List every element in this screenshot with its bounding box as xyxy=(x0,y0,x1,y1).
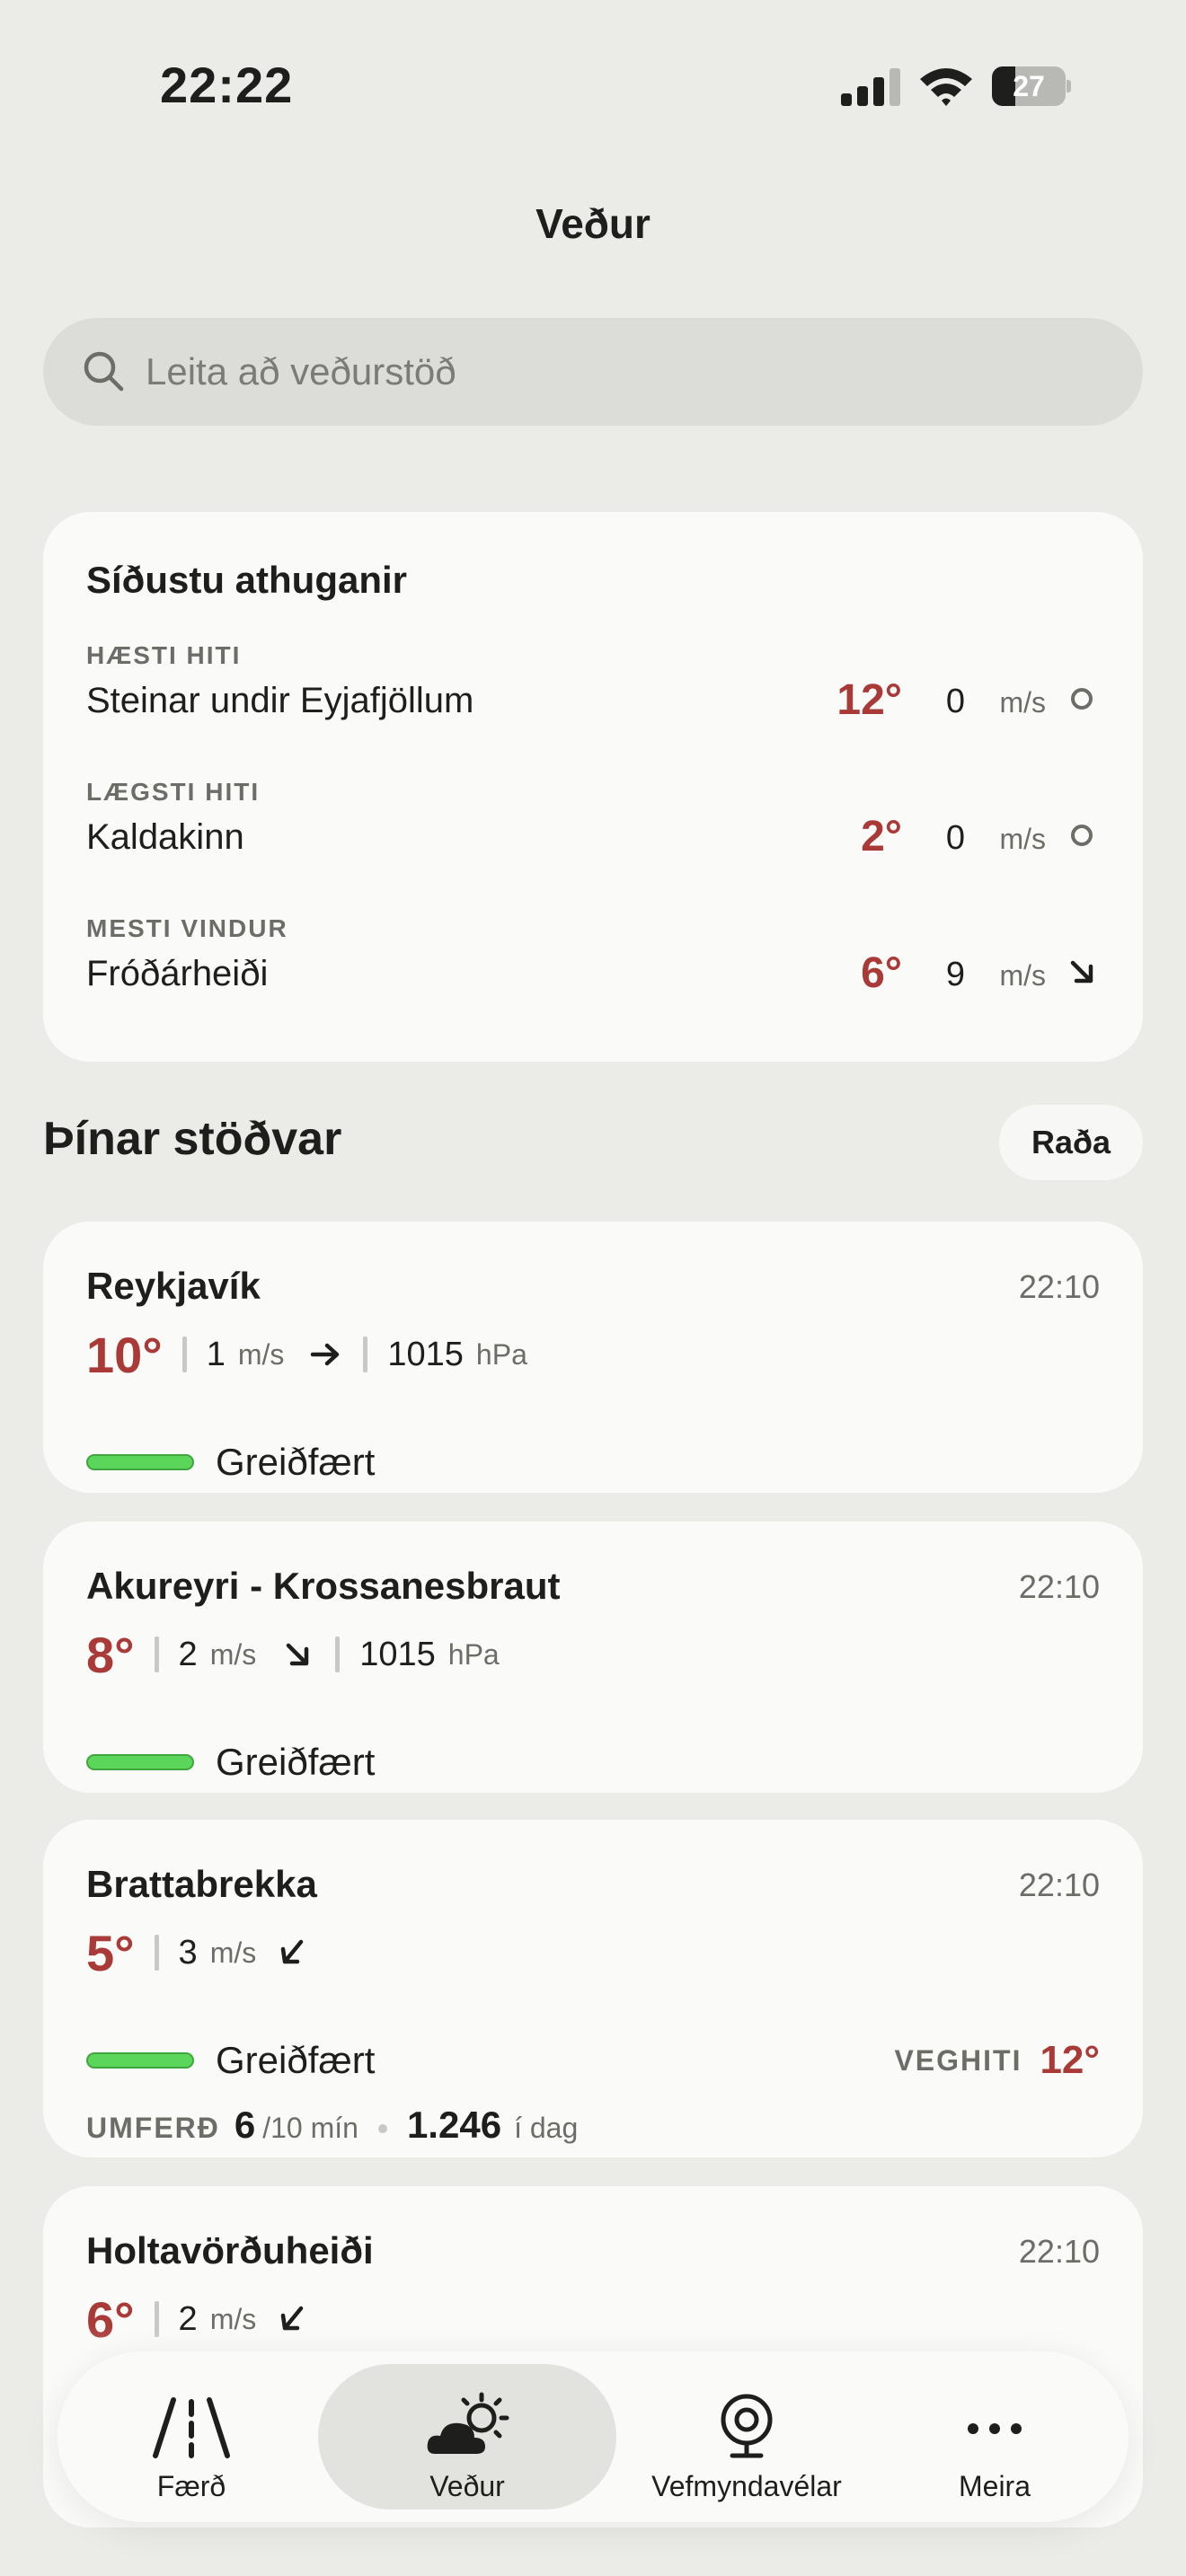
sort-button[interactable]: Raða xyxy=(999,1105,1143,1180)
station-wind-unit: m/s xyxy=(237,1337,285,1371)
observation-row-lowest-temp[interactable]: LÆGSTI HITI Kaldakinn 2° 0 m/s xyxy=(86,778,1100,886)
road-condition: Greiðfært xyxy=(86,1435,375,1489)
tab-meira[interactable]: Meira xyxy=(882,2364,1107,2510)
road-condition-bar xyxy=(86,1454,194,1470)
observation-temp: 12° xyxy=(836,676,902,724)
tab-label: Meira xyxy=(958,2470,1031,2502)
observation-wind-unit: m/s xyxy=(999,959,1046,992)
observation-row-highest-temp[interactable]: HÆSTI HITI Steinar undir Eyjafjöllum 12°… xyxy=(86,641,1100,749)
road-condition-bar xyxy=(86,2052,194,2069)
observation-station: Steinar undir Eyjafjöllum xyxy=(86,681,474,720)
road-condition-label: Greiðfært xyxy=(216,2039,376,2081)
station-temp: 8° xyxy=(86,1626,135,1683)
page-title: Veður xyxy=(535,200,651,247)
observation-temp: 2° xyxy=(861,813,902,860)
traffic-info: UMFERÐ 6 /10 mín 1.246 í dag xyxy=(86,2104,578,2154)
traffic-label: UMFERÐ xyxy=(86,2112,220,2144)
station-pressure: 1015 xyxy=(359,1635,436,1673)
observations-title: Síðustu athuganir xyxy=(86,559,407,601)
road-condition-label: Greiðfært xyxy=(216,1441,376,1483)
arrow-down-right-icon xyxy=(286,1643,309,1666)
calm-circle-icon xyxy=(1071,825,1093,846)
arrow-down-left-icon xyxy=(280,1939,304,1964)
traffic-now-unit: /10 mín xyxy=(262,2112,358,2144)
station-temp: 5° xyxy=(86,1924,135,1981)
weather-icon xyxy=(427,2392,509,2454)
station-card-reykjavik[interactable]: Reykjavík 22:10 10° 1 m/s 1015 hPa Greið… xyxy=(43,1222,1143,1493)
more-icon xyxy=(968,2423,1022,2434)
station-card-akureyri[interactable]: Akureyri - Krossanesbraut 22:10 8° 2 m/s… xyxy=(43,1522,1143,1793)
road-temp-label: VEGHITI xyxy=(894,2043,1022,2077)
stations-section-title: Þínar stöðvar xyxy=(43,1113,342,1165)
station-temp: 10° xyxy=(86,1326,163,1383)
observation-temp: 6° xyxy=(861,949,902,997)
observation-station: Kaldakinn xyxy=(86,817,244,857)
tab-label: Vefmyndavélar xyxy=(651,2470,842,2502)
station-pressure-unit: hPa xyxy=(475,1337,527,1371)
station-wind: 2 xyxy=(178,1635,198,1673)
station-readings: 8° 2 m/s 1015 hPa xyxy=(86,1626,500,1683)
observation-category: LÆGSTI HITI xyxy=(86,778,261,806)
station-time: 22:10 xyxy=(1018,1866,1100,1903)
observation-wind: 0 xyxy=(945,819,965,857)
wifi-icon xyxy=(918,65,974,106)
traffic-now: 6 xyxy=(234,2104,256,2146)
cellular-signal-icon xyxy=(841,68,900,106)
search-bar[interactable] xyxy=(43,318,1143,426)
arrow-right-icon xyxy=(311,1343,340,1366)
tab-label: Veður xyxy=(429,2470,505,2502)
observation-wind: 0 xyxy=(945,683,965,720)
station-wind: 3 xyxy=(178,1933,198,1972)
road-condition: Greiðfært xyxy=(86,2033,375,2087)
road-condition-label: Greiðfært xyxy=(216,1741,376,1783)
search-icon xyxy=(84,351,124,392)
latest-observations-card: Síðustu athuganir HÆSTI HITI Steinar und… xyxy=(43,512,1143,1062)
status-time: 22:22 xyxy=(160,57,294,113)
traffic-day: 1.246 xyxy=(406,2104,502,2146)
station-time: 22:10 xyxy=(1018,2233,1100,2270)
search-input[interactable] xyxy=(146,318,1098,426)
station-time: 22:10 xyxy=(1018,1268,1100,1305)
road-condition-bar xyxy=(86,1754,194,1770)
traffic-separator xyxy=(377,2124,387,2133)
tab-vedur[interactable]: Veður xyxy=(318,2364,616,2510)
station-name: Reykjavík xyxy=(86,1265,261,1307)
road-icon xyxy=(153,2397,230,2458)
station-name: Akureyri - Krossanesbraut xyxy=(86,1565,561,1607)
road-temp-value: 12° xyxy=(1040,2038,1100,2082)
station-wind: 1 xyxy=(206,1335,226,1373)
observation-wind: 9 xyxy=(945,956,965,993)
station-card-brattabrekka[interactable]: Brattabrekka 22:10 5° 3 m/s Greiðfært VE… xyxy=(43,1820,1143,2157)
station-wind-unit: m/s xyxy=(209,1637,257,1671)
station-pressure: 1015 xyxy=(387,1335,464,1373)
battery-level: 27 xyxy=(1013,70,1045,102)
station-time: 22:10 xyxy=(1018,1568,1100,1605)
tab-faerd[interactable]: Færð xyxy=(79,2364,304,2510)
station-pressure-unit: hPa xyxy=(447,1637,500,1671)
road-temperature: VEGHITI 12° xyxy=(894,2033,1100,2087)
calm-circle-icon xyxy=(1071,688,1093,710)
observation-station: Fróðárheiði xyxy=(86,954,269,993)
traffic-day-unit: í dag xyxy=(514,2112,579,2144)
arrow-down-right-icon xyxy=(1070,960,1093,984)
tab-label: Færð xyxy=(156,2470,226,2502)
tab-bar: Færð Veður Vefmyndavélar Meira xyxy=(58,2351,1128,2522)
webcam-icon xyxy=(721,2394,773,2458)
observation-category: HÆSTI HITI xyxy=(86,641,242,669)
station-name: Brattabrekka xyxy=(86,1863,317,1905)
road-condition: Greiðfært xyxy=(86,1735,375,1789)
observation-row-most-wind[interactable]: MESTI VINDUR Fróðárheiði 6° 9 m/s xyxy=(86,914,1100,1022)
station-readings: 5° 3 m/s xyxy=(86,1924,310,1981)
observation-wind-unit: m/s xyxy=(999,823,1046,855)
station-wind-unit: m/s xyxy=(209,1936,257,1969)
observation-wind-unit: m/s xyxy=(999,686,1046,719)
observation-category: MESTI VINDUR xyxy=(86,914,288,942)
battery-icon: 27 xyxy=(992,66,1071,106)
tab-vefmyndavelar[interactable]: Vefmyndavélar xyxy=(616,2364,877,2510)
station-readings: 10° 1 m/s 1015 hPa xyxy=(86,1326,527,1383)
station-name: Holtavörðuheiði xyxy=(86,2229,374,2272)
